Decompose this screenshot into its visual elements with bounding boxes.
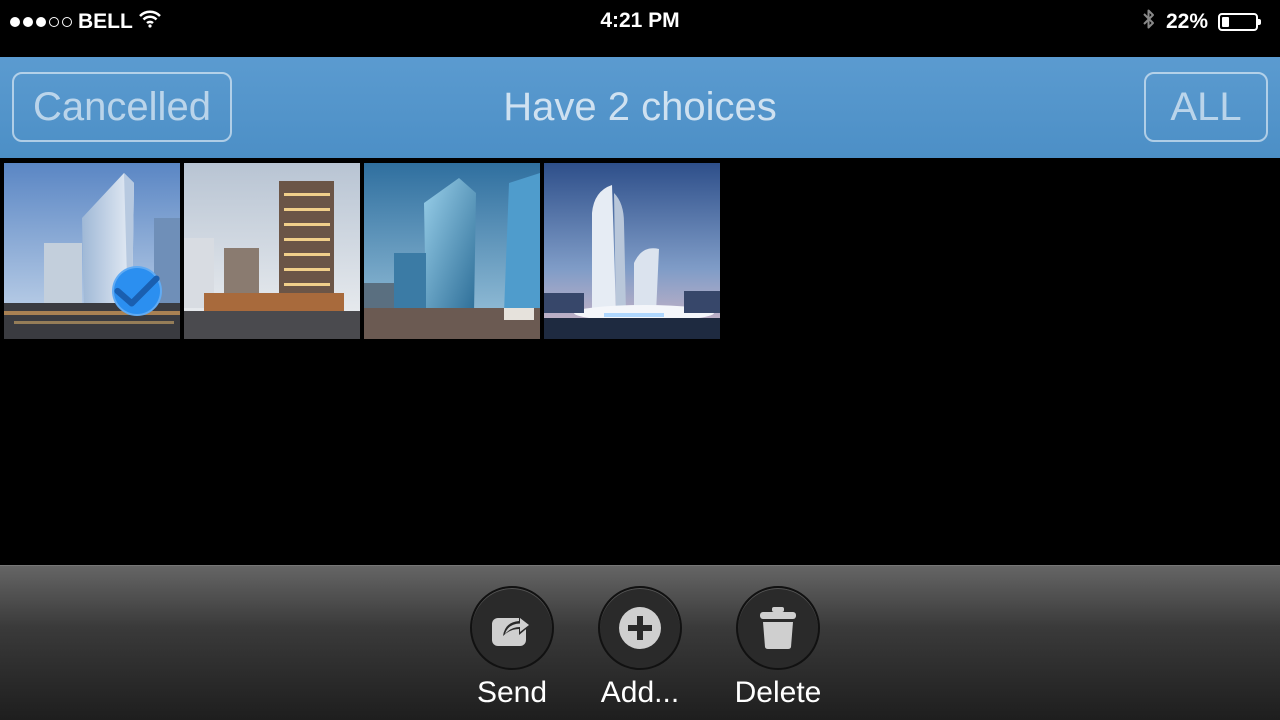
add-button[interactable]: Add... bbox=[580, 586, 700, 710]
bottom-toolbar: Send Add... Delete bbox=[0, 565, 1280, 720]
selected-check-icon bbox=[112, 266, 162, 316]
nav-bar: Have 2 choices Cancelled ALL bbox=[0, 57, 1280, 158]
delete-button[interactable]: Delete bbox=[718, 586, 838, 710]
battery-icon bbox=[1218, 13, 1261, 31]
cancel-button[interactable]: Cancelled bbox=[12, 72, 232, 142]
send-button[interactable]: Send bbox=[452, 586, 572, 710]
photo-thumbnail[interactable] bbox=[184, 163, 360, 339]
bluetooth-icon bbox=[1142, 8, 1156, 36]
clock: 4:21 PM bbox=[600, 9, 680, 32]
add-label: Add... bbox=[600, 676, 680, 709]
battery-fill bbox=[1222, 17, 1230, 27]
photo-thumbnail[interactable] bbox=[544, 163, 720, 339]
send-label: Send bbox=[476, 676, 548, 709]
share-icon[interactable] bbox=[470, 586, 554, 670]
plus-circle-icon[interactable] bbox=[598, 586, 682, 670]
delete-label: Delete bbox=[734, 676, 822, 709]
trash-icon[interactable] bbox=[736, 586, 820, 670]
select-all-button[interactable]: ALL bbox=[1144, 72, 1268, 142]
battery-percent: 22% bbox=[1165, 10, 1208, 33]
photo-grid bbox=[4, 163, 720, 339]
status-right: 22% bbox=[1142, 8, 1261, 36]
photo-thumbnail[interactable] bbox=[4, 163, 180, 339]
status-bar: BELL 4:21 PM 22% bbox=[0, 0, 1280, 44]
photo-thumbnail[interactable] bbox=[364, 163, 540, 339]
